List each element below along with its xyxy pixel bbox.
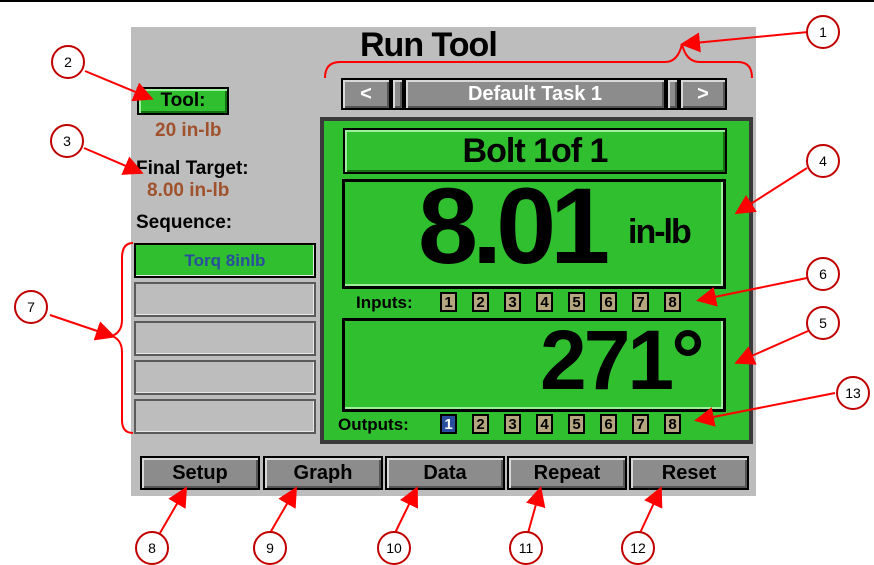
callout-1: 1 <box>806 15 840 49</box>
callout-arrows <box>49 31 836 534</box>
callout-8: 8 <box>135 531 169 565</box>
callout-7: 7 <box>14 290 48 324</box>
callout-9: 9 <box>253 531 287 565</box>
callout-3: 3 <box>50 124 84 158</box>
callout-4: 4 <box>806 144 840 178</box>
callout-5: 5 <box>806 306 840 340</box>
callout-11: 11 <box>509 531 543 565</box>
callout-2: 2 <box>51 45 85 79</box>
callout-13: 13 <box>836 376 870 410</box>
callout-6: 6 <box>806 257 840 291</box>
callout-12: 12 <box>621 531 655 565</box>
callout-10: 10 <box>377 531 411 565</box>
